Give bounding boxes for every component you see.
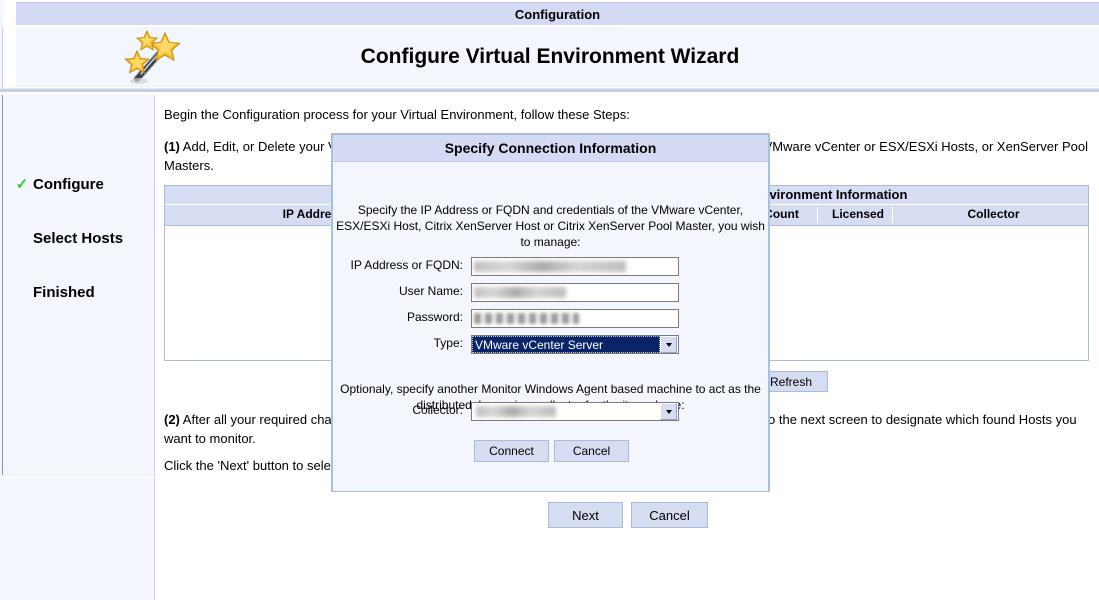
table-column-collector[interactable]: Collector	[892, 207, 1088, 223]
intro-text: Begin the Configuration process for your…	[164, 107, 630, 122]
table-column-licensed[interactable]: Licensed	[817, 207, 892, 223]
collector-field-row: Collector:	[333, 402, 768, 421]
password-label: Password:	[406, 310, 463, 324]
password-field-row: Password:	[333, 309, 768, 328]
specify-connection-information-dialog: Specify Connection Information Specify t…	[331, 133, 770, 492]
check-icon: ✓	[15, 175, 29, 193]
user-name-label: User Name:	[398, 284, 463, 298]
user-name-field-row: User Name:	[333, 283, 768, 302]
magic-wand-icon	[115, 27, 195, 89]
step-1-number: (1)	[164, 139, 180, 154]
redacted-value	[474, 261, 626, 272]
type-select[interactable]: VMware vCenter Server	[471, 335, 679, 354]
window-title: Configuration	[514, 6, 601, 22]
ip-address-label: IP Address or FQDN:	[350, 258, 463, 272]
collector-select[interactable]	[471, 402, 679, 421]
page-title: Configure Virtual Environment Wizard	[360, 45, 740, 68]
redacted-value	[476, 406, 556, 417]
sidebar-item-finished[interactable]: Finished	[3, 281, 155, 303]
dialog-title: Specify Connection Information	[444, 140, 657, 156]
collector-select-value	[472, 403, 660, 420]
next-button[interactable]: Next	[548, 502, 623, 528]
chevron-down-icon[interactable]	[660, 336, 677, 353]
user-name-input[interactable]	[471, 283, 679, 302]
dialog-cancel-button[interactable]: Cancel	[554, 440, 629, 462]
masked-password-value	[474, 313, 579, 324]
sidebar-item-label: Select Hosts	[33, 229, 124, 247]
application-window: Configuration Configure Virtual Environm…	[0, 0, 1099, 600]
redacted-value	[474, 287, 566, 298]
sidebar-item-select-hosts[interactable]: Select Hosts	[3, 227, 155, 249]
type-label: Type:	[433, 336, 463, 350]
password-input[interactable]	[471, 309, 679, 328]
connect-button[interactable]: Connect	[474, 440, 549, 462]
collector-label: Collector:	[412, 403, 463, 417]
chevron-down-icon[interactable]	[660, 403, 677, 420]
sidebar-item-configure[interactable]: ✓ Configure	[3, 173, 155, 195]
ip-address-input[interactable]	[471, 257, 679, 276]
dialog-description: Specify the IP Address or FQDN and crede…	[336, 203, 765, 249]
cancel-button[interactable]: Cancel	[631, 502, 708, 528]
type-select-value: VMware vCenter Server	[472, 336, 660, 353]
wizard-steps-sidebar: ✓ Configure Select Hosts Finished	[3, 95, 155, 600]
window-titlebar: Configuration	[16, 2, 1099, 26]
step-2-number: (2)	[164, 412, 180, 427]
dialog-body: Specify the IP Address or FQDN and crede…	[333, 162, 768, 491]
sidebar-item-label: Finished	[33, 283, 95, 301]
left-rail-line-top	[2, 27, 3, 89]
type-field-row: Type: VMware vCenter Server	[333, 335, 768, 354]
sidebar-item-label: Configure	[33, 175, 104, 193]
dialog-titlebar: Specify Connection Information	[333, 135, 768, 162]
ip-address-field-row: IP Address or FQDN:	[333, 257, 768, 276]
